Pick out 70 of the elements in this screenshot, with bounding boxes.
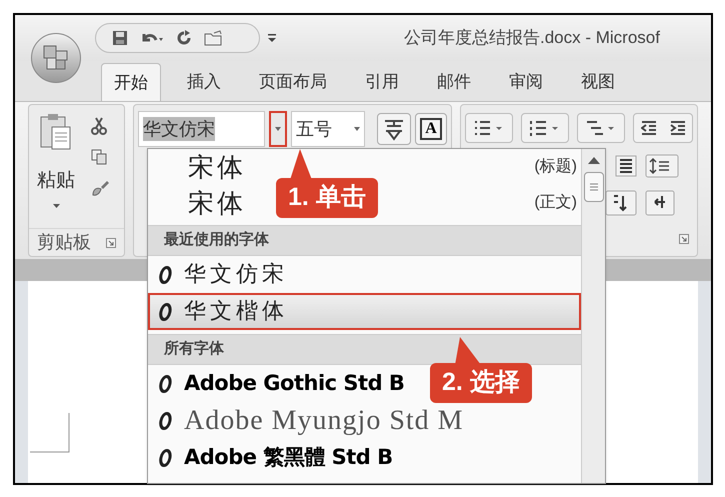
ribbon-tab[interactable]: 插入 <box>175 63 233 101</box>
paste-icon[interactable] <box>39 113 73 151</box>
font-size-field[interactable]: 五号 <box>291 111 365 147</box>
scrollbar[interactable] <box>581 149 605 483</box>
font-list-item[interactable]: Adobe 繁黑體 Std B <box>184 447 393 468</box>
folder-icon[interactable] <box>204 30 224 46</box>
phonetic-guide-button[interactable] <box>377 113 411 145</box>
opentype-font-icon <box>158 266 172 284</box>
sort-icon[interactable] <box>605 190 637 216</box>
paste-label[interactable]: 粘贴 <box>37 167 75 196</box>
numbering-button[interactable] <box>521 113 569 143</box>
show-marks-icon[interactable] <box>645 190 675 216</box>
font-list-item[interactable]: 宋体 <box>188 184 246 222</box>
font-role-tag: (正文) <box>534 191 577 215</box>
caret-icon <box>354 127 360 131</box>
caret-icon[interactable] <box>52 204 60 208</box>
font-size-value: 五号 <box>296 118 332 140</box>
ribbon-tab[interactable]: 引用 <box>353 63 411 101</box>
font-list-item[interactable]: 宋体 <box>188 148 246 186</box>
ribbon-tab[interactable]: 视图 <box>569 63 627 101</box>
font-list-item[interactable]: Adobe Gothic Std B <box>184 373 404 394</box>
ribbon-tab[interactable]: 页面布局 <box>247 63 339 101</box>
office-button[interactable] <box>31 33 81 83</box>
grip-icon <box>590 183 598 191</box>
font-list-item[interactable]: 华文楷体 <box>148 293 581 330</box>
font-list-item[interactable]: Adobe Myungjo Std M <box>184 406 464 434</box>
font-name-field[interactable]: 华文仿宋 <box>138 111 265 147</box>
indent-buttons[interactable] <box>633 113 693 143</box>
font-role-tag: (标题) <box>534 155 577 179</box>
character-border-label: A <box>420 118 442 140</box>
ribbon-tab[interactable]: 开始 <box>101 63 161 101</box>
font-list-item[interactable]: 华文仿宋 <box>184 264 288 286</box>
brush-icon[interactable] <box>91 179 109 197</box>
scrollbar-thumb[interactable] <box>584 172 604 202</box>
window-title: 公司年度总结报告.docx - Microsof <box>404 27 660 50</box>
character-border-button[interactable]: A <box>415 113 447 145</box>
callout-pointer <box>290 149 312 180</box>
bullets-button[interactable] <box>465 113 513 143</box>
opentype-font-icon <box>158 374 172 392</box>
opentype-font-icon <box>158 412 172 430</box>
numbered-list-icon <box>530 120 560 136</box>
ribbon-tab[interactable]: 审阅 <box>497 63 555 101</box>
callout-pointer <box>455 337 481 365</box>
margin-corner-mark <box>30 413 70 453</box>
group-label: 剪贴板 <box>37 231 91 254</box>
scroll-up-icon[interactable] <box>588 157 600 164</box>
font-name-value: 华文仿宋 <box>143 117 215 141</box>
opentype-font-icon <box>158 302 172 320</box>
bullet-list-icon <box>474 120 504 136</box>
section-header: 所有字体 <box>164 339 224 360</box>
dialog-launcher-icon[interactable] <box>679 234 689 244</box>
save-icon[interactable] <box>112 30 128 46</box>
distributed-icon[interactable] <box>615 155 637 177</box>
dialog-launcher-icon[interactable] <box>106 238 116 248</box>
redo-icon[interactable] <box>176 30 192 46</box>
customize-toolbar-icon[interactable] <box>268 33 276 43</box>
ribbon-tab[interactable]: 邮件 <box>425 63 483 101</box>
phonetic-guide-icon <box>383 117 405 141</box>
font-dropdown-button[interactable] <box>269 111 287 147</box>
multilevel-list-icon <box>586 120 616 136</box>
decrease-indent-icon <box>640 120 656 136</box>
office-logo-icon <box>43 45 69 71</box>
scissors-icon[interactable] <box>91 117 107 135</box>
copy-icon[interactable] <box>91 149 107 165</box>
increase-indent-icon <box>670 120 686 136</box>
opentype-font-icon <box>158 448 172 466</box>
multilevel-list-button[interactable] <box>577 113 625 143</box>
line-spacing-icon[interactable] <box>645 154 679 178</box>
caret-icon <box>275 127 281 131</box>
section-header: 最近使用的字体 <box>164 230 269 250</box>
